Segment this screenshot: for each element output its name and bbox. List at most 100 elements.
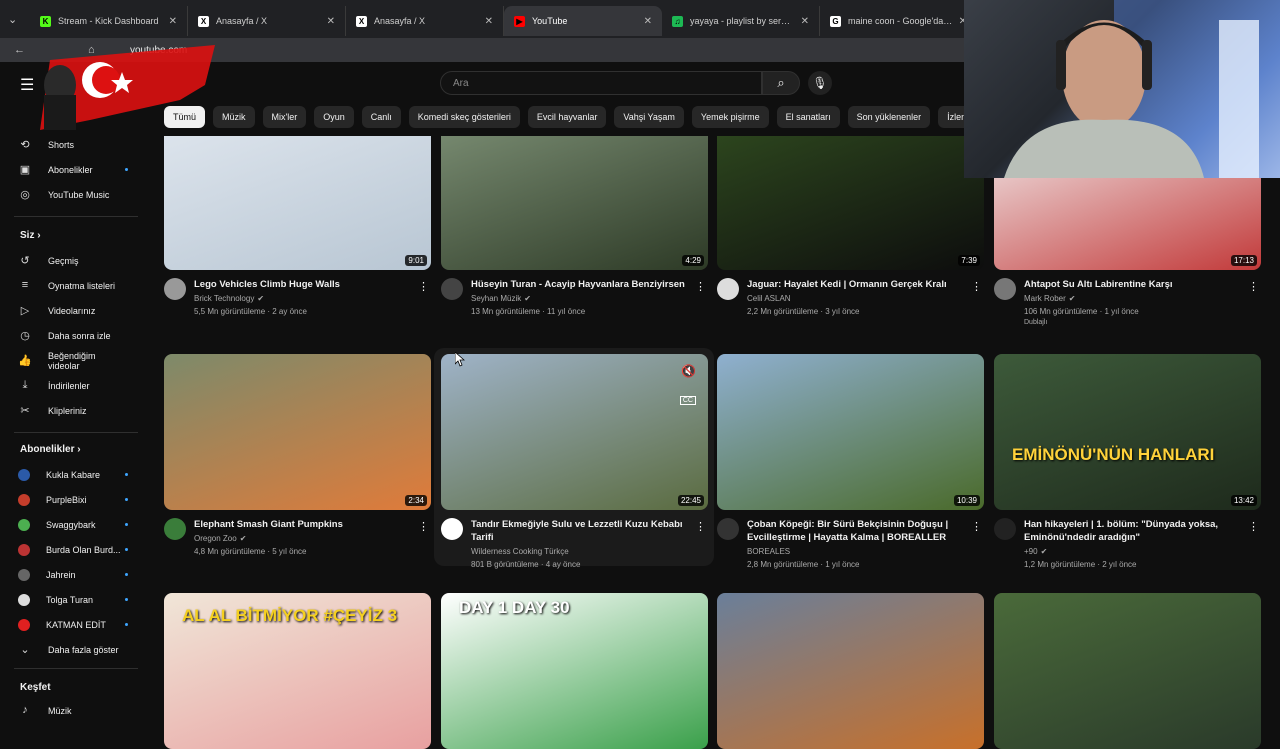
search-input[interactable]: Ara (440, 71, 762, 95)
video-card[interactable]: AL AL BİTMİYOR #ÇEYİZ 3 (164, 593, 431, 749)
video-title[interactable]: Han hikayeleri | 1. bölüm: "Dünyada yoks… (1024, 518, 1244, 544)
video-card[interactable]: 7:39 Jaguar: Hayalet Kedi | Ormanın Gerçe… (717, 136, 984, 330)
chip-2[interactable]: Mix'ler (262, 106, 307, 128)
browser-tab[interactable]: X Anasayfa / X ✕ (188, 6, 346, 36)
sidebar-subscription[interactable]: PurpleBixi (18, 492, 128, 508)
sidebar-item[interactable]: ⤓ İndirilenler (18, 378, 128, 394)
chip-7[interactable]: Vahşi Yaşam (614, 106, 684, 128)
channel-name-text[interactable]: Wilderness Cooking Türkçe (471, 547, 569, 556)
video-thumbnail[interactable]: 2:34 (164, 354, 431, 510)
close-tab-icon[interactable]: ✕ (327, 16, 335, 27)
video-card[interactable]: EMİNÖNÜ'NÜN HANLARI 13:42 Han hikayeleri |… (994, 354, 1261, 570)
chip-1[interactable]: Müzik (213, 106, 255, 128)
video-title[interactable]: Çoban Köpeği: Bir Sürü Bekçisinin Doğuşu… (747, 518, 967, 544)
video-thumbnail[interactable]: 7:39 (717, 136, 984, 270)
sidebar-item[interactable]: 👍 Beğendiğim videolar (18, 351, 128, 371)
browser-tab[interactable]: ▶ YouTube ✕ (504, 6, 662, 36)
menu-icon[interactable]: ☰ (20, 75, 34, 95)
chip-3[interactable]: Oyun (314, 106, 354, 128)
sidebar-item[interactable]: ≡ Oynatma listeleri (18, 278, 128, 294)
video-thumbnail[interactable] (717, 593, 984, 749)
captions-icon[interactable]: CC (679, 396, 696, 405)
channel-name-text[interactable]: BOREALES (747, 547, 790, 556)
video-card[interactable]: 2:34 Elephant Smash Giant Pumpkins Oregon … (164, 354, 431, 570)
url-text[interactable]: youtube.com (130, 45, 187, 56)
back-icon[interactable]: ← (14, 44, 38, 56)
sidebar-subscription[interactable]: Swaggybark (18, 517, 128, 533)
channel-name[interactable]: Seyhan Müzik ✔ (471, 294, 708, 303)
sidebar-subscription[interactable]: Kukla Kabare (18, 467, 128, 483)
video-thumbnail[interactable]: 10:39 (717, 354, 984, 510)
home-icon[interactable]: ⌂ (88, 44, 112, 56)
more-options-icon[interactable]: ⋮ (418, 280, 429, 293)
channel-name[interactable]: Celil ASLAN (747, 294, 984, 303)
video-title[interactable]: Hüseyin Turan - Acayip Hayvanlara Benziy… (471, 278, 691, 291)
channel-avatar[interactable] (441, 278, 463, 300)
sidebar-item[interactable]: ▷ Videolarınız (18, 303, 128, 319)
more-options-icon[interactable]: ⋮ (418, 520, 429, 533)
channel-name[interactable]: Oregon Zoo ✔ (194, 534, 431, 543)
video-thumbnail[interactable]: 9:01 (164, 136, 431, 270)
video-card[interactable]: 9:01 Lego Vehicles Climb Huge Walls Brick … (164, 136, 431, 330)
video-thumbnail[interactable]: 4:29 (441, 136, 708, 270)
video-title[interactable]: Jaguar: Hayalet Kedi | Ormanın Gerçek Kr… (747, 278, 967, 291)
mute-icon[interactable]: 🔇 (681, 364, 696, 378)
channel-avatar[interactable] (164, 518, 186, 540)
channel-avatar[interactable] (717, 518, 739, 540)
browser-tab[interactable]: Gmaine coon - Google'da Ara ✕ (820, 6, 978, 36)
video-thumbnail[interactable]: DAY 1 DAY 30 (441, 593, 708, 749)
close-tab-icon[interactable]: ✕ (644, 16, 652, 27)
close-tab-icon[interactable]: ✕ (801, 16, 809, 27)
chip-4[interactable]: Canlı (361, 106, 401, 128)
chip-0[interactable]: Tümü (164, 106, 206, 128)
microphone-icon[interactable]: 🎙 (808, 71, 832, 95)
video-title[interactable]: Tandır Ekmeğiyle Sulu ve Lezzetli Kuzu K… (471, 518, 691, 544)
video-card[interactable] (994, 593, 1261, 749)
channel-avatar[interactable] (164, 278, 186, 300)
channel-name-text[interactable]: Oregon Zoo (194, 534, 237, 543)
channel-avatar[interactable] (994, 278, 1016, 300)
chip-8[interactable]: Yemek pişirme (691, 106, 769, 128)
video-card[interactable]: 22:45 🔇 CC Tandır Ekmeğiyle Sulu ve Lezzetl… (441, 354, 708, 570)
channel-avatar[interactable] (994, 518, 1016, 540)
channel-name[interactable]: BOREALES (747, 547, 984, 556)
sidebar-item[interactable]: ◷ Daha sonra izle (18, 328, 128, 344)
more-options-icon[interactable]: ⋮ (1248, 520, 1259, 533)
sidebar-item[interactable]: ◎ YouTube Music (18, 187, 128, 203)
video-title[interactable]: Ahtapot Su Altı Labirentine Karşı (1024, 278, 1244, 291)
chip-6[interactable]: Evcil hayvanlar (527, 106, 607, 128)
sidebar-subscription[interactable]: KATMAN EDİT (18, 617, 128, 633)
sidebar-item[interactable]: ↺ Geçmiş (18, 253, 128, 269)
search-icon[interactable]: ⌕ (762, 71, 800, 95)
channel-name-text[interactable]: Seyhan Müzik (471, 294, 521, 303)
close-tab-icon[interactable]: ✕ (485, 16, 493, 27)
video-card[interactable] (717, 593, 984, 749)
channel-avatar[interactable] (441, 518, 463, 540)
browser-tab[interactable]: X Anasayfa / X ✕ (346, 6, 504, 36)
close-tab-icon[interactable]: ✕ (169, 16, 177, 27)
video-thumbnail[interactable]: 22:45 🔇 CC (441, 354, 708, 510)
sidebar-item[interactable]: ⌄ Daha fazla göster (18, 642, 128, 658)
sidebar-item[interactable]: ♪ Müzik (18, 703, 128, 719)
more-options-icon[interactable]: ⋮ (695, 520, 706, 533)
more-options-icon[interactable]: ⋮ (695, 280, 706, 293)
sidebar-item[interactable]: ⟲ Shorts (18, 137, 128, 153)
tab-search-chevron-icon[interactable]: ⌄ (8, 13, 30, 26)
chip-10[interactable]: Son yüklenenler (847, 106, 931, 128)
chip-5[interactable]: Komedi skeç gösterileri (408, 106, 520, 128)
channel-name-text[interactable]: +90 (1024, 547, 1038, 556)
video-thumbnail[interactable]: EMİNÖNÜ'NÜN HANLARI 13:42 (994, 354, 1261, 510)
browser-tab[interactable]: K Stream - Kick Dashboard ✕ (30, 6, 188, 36)
video-thumbnail[interactable] (994, 593, 1261, 749)
sidebar-subscription[interactable]: Jahrein (18, 567, 128, 583)
channel-name[interactable]: Mark Rober ✔ (1024, 294, 1261, 303)
channel-name-text[interactable]: Celil ASLAN (747, 294, 791, 303)
channel-name-text[interactable]: Mark Rober (1024, 294, 1066, 303)
section-title-you[interactable]: Siz › (20, 230, 41, 241)
video-title[interactable]: Lego Vehicles Climb Huge Walls (194, 278, 414, 291)
section-title-subscriptions[interactable]: Abonelikler › (20, 444, 81, 455)
channel-name[interactable]: Brick Technology ✔ (194, 294, 431, 303)
video-thumbnail[interactable]: AL AL BİTMİYOR #ÇEYİZ 3 (164, 593, 431, 749)
channel-name-text[interactable]: Brick Technology (194, 294, 254, 303)
more-options-icon[interactable]: ⋮ (971, 520, 982, 533)
